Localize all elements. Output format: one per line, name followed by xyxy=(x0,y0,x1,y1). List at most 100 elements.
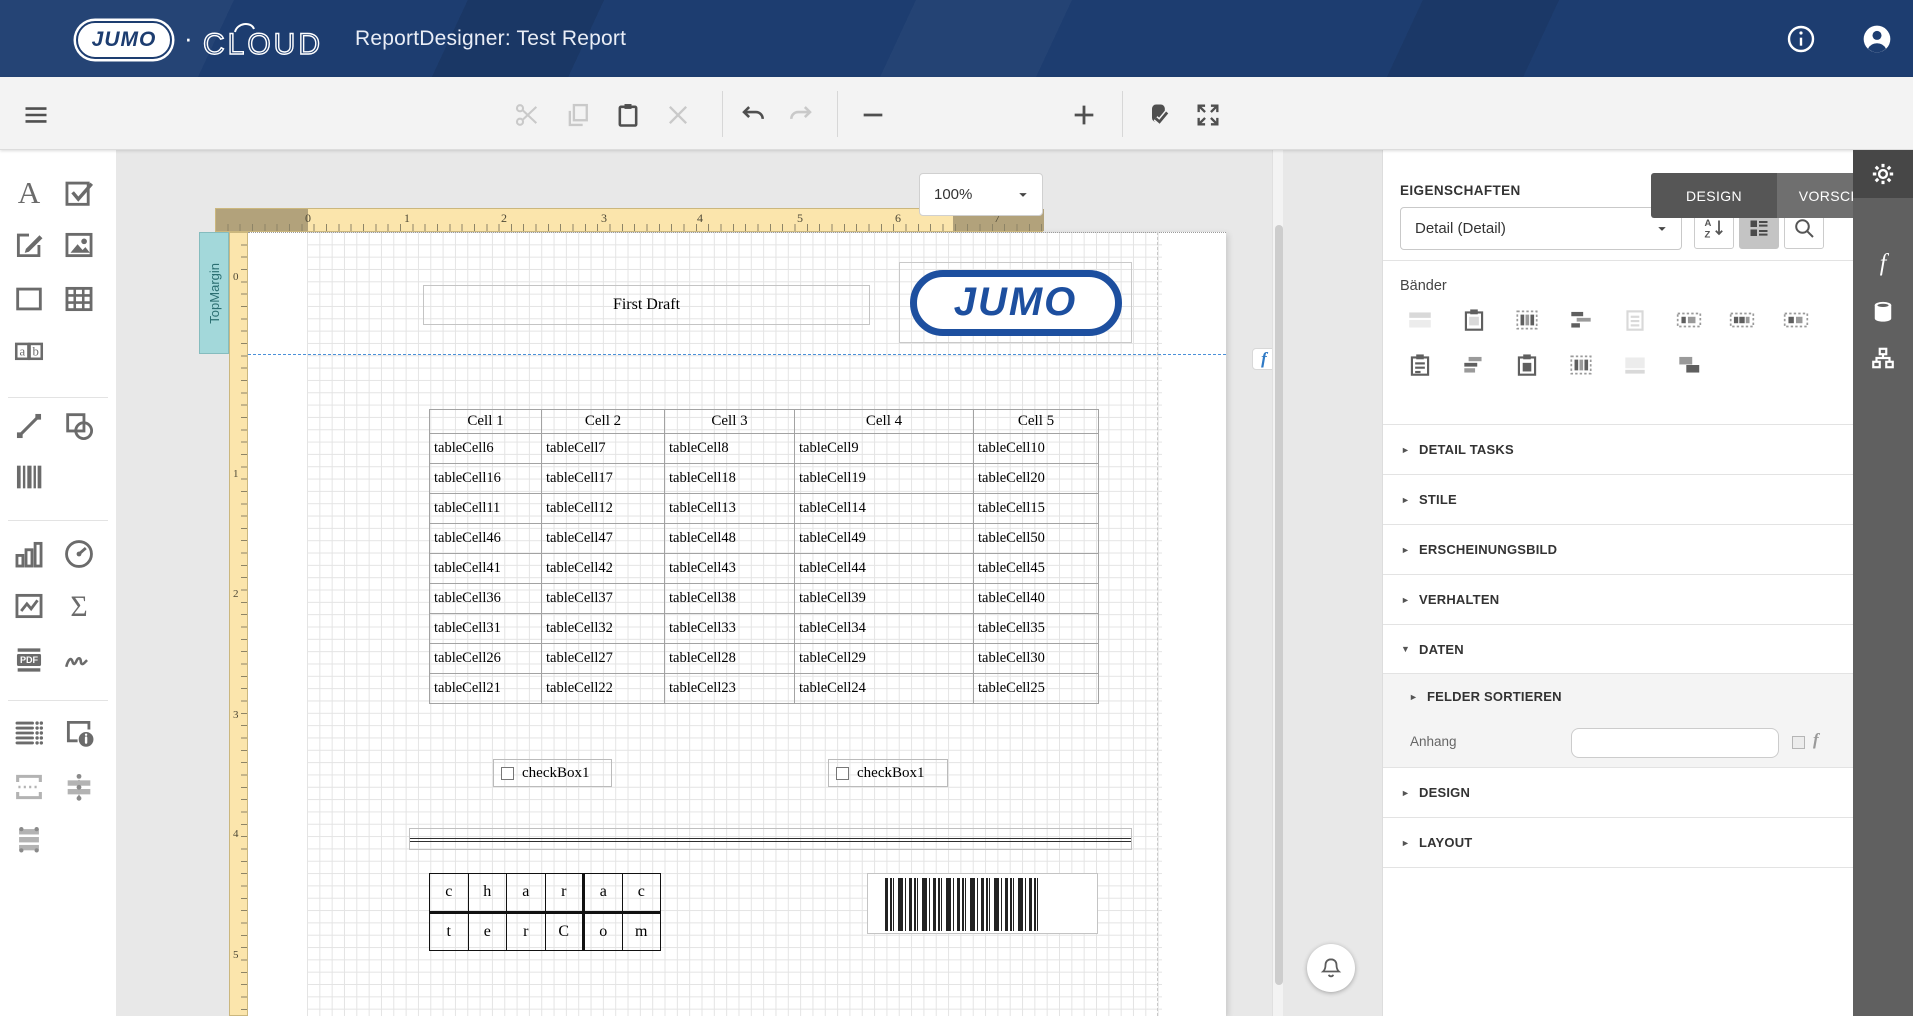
page-info-tool-icon[interactable] xyxy=(62,716,96,750)
table-cell[interactable]: tableCell46 xyxy=(429,523,542,554)
bottom-margin-band-icon[interactable] xyxy=(1621,351,1649,379)
undo-icon[interactable] xyxy=(739,101,767,129)
detail-report-band-alt-icon[interactable] xyxy=(1728,306,1756,334)
rich-text-tool-icon[interactable] xyxy=(12,228,46,262)
menu-icon[interactable] xyxy=(22,101,50,129)
table-cell[interactable]: tableCell8 xyxy=(664,433,795,464)
character-comb-element[interactable]: characterCom xyxy=(429,873,661,951)
table-header-cell[interactable]: Cell 3 xyxy=(664,409,795,434)
section-design[interactable]: ► DESIGN xyxy=(1383,767,1853,817)
table-header-cell[interactable]: Cell 2 xyxy=(541,409,665,434)
section-stile[interactable]: ► STILE xyxy=(1383,474,1853,524)
band-separator-line[interactable] xyxy=(248,354,1226,355)
table-cell[interactable]: tableCell22 xyxy=(541,673,665,704)
section-verhalten[interactable]: ► VERHALTEN xyxy=(1383,574,1853,624)
detail-report-band-icon[interactable] xyxy=(1675,306,1703,334)
signature-tool-icon[interactable] xyxy=(62,643,96,677)
sparkline-tool-icon[interactable] xyxy=(12,589,46,623)
table-cell[interactable]: tableCell47 xyxy=(541,523,665,554)
group-footer-band-icon[interactable] xyxy=(1460,351,1488,379)
section-felder-sortieren[interactable]: ► FELDER SORTIEREN xyxy=(1383,673,1853,719)
shape-tool-icon[interactable] xyxy=(62,409,96,443)
checkbox-element-2[interactable]: checkBox1 xyxy=(828,759,948,787)
checkbox-element-1[interactable]: checkBox1 xyxy=(493,759,612,787)
character-comb-tool-icon[interactable]: ab xyxy=(12,334,46,368)
comb-cell[interactable]: r xyxy=(544,873,584,914)
table-cell[interactable]: tableCell13 xyxy=(664,493,795,524)
table-cell[interactable]: tableCell28 xyxy=(664,643,795,674)
database-icon[interactable] xyxy=(1853,288,1913,336)
table-cell[interactable]: tableCell24 xyxy=(794,673,974,704)
report-title-textbox[interactable]: First Draft xyxy=(423,285,870,325)
zoom-out-icon[interactable] xyxy=(859,101,887,129)
comb-cell[interactable]: r xyxy=(506,911,546,951)
table-cell[interactable]: tableCell27 xyxy=(541,643,665,674)
anhang-formula-icon[interactable]: f xyxy=(1813,730,1819,750)
table-cell[interactable]: tableCell14 xyxy=(794,493,974,524)
logo-image-element[interactable]: JUMO xyxy=(899,262,1132,343)
notifications-button[interactable] xyxy=(1307,944,1355,992)
cut-icon[interactable] xyxy=(513,101,541,129)
table-tool-icon[interactable] xyxy=(62,282,96,316)
table-cell[interactable]: tableCell41 xyxy=(429,553,542,584)
page-margins-tool-icon[interactable] xyxy=(12,770,46,804)
table-cell[interactable]: tableCell9 xyxy=(794,433,974,464)
formula-icon[interactable]: f xyxy=(1853,239,1913,287)
table-cell[interactable]: tableCell11 xyxy=(429,493,542,524)
table-cell[interactable]: tableCell32 xyxy=(541,613,665,644)
table-cell[interactable]: tableCell26 xyxy=(429,643,542,674)
table-cell[interactable]: tableCell38 xyxy=(664,583,795,614)
user-icon[interactable] xyxy=(1861,23,1893,55)
structure-icon[interactable] xyxy=(1853,334,1913,382)
label-tool-icon[interactable]: A xyxy=(12,175,46,210)
page-footer-band-icon[interactable] xyxy=(1513,351,1541,379)
report-footer-band-icon[interactable] xyxy=(1406,351,1434,379)
summary-tool-icon[interactable]: Σ xyxy=(62,589,96,623)
delete-icon[interactable] xyxy=(664,101,692,129)
section-daten[interactable]: ▼ DATEN xyxy=(1383,624,1853,673)
table-cell[interactable]: tableCell20 xyxy=(973,463,1099,494)
scrollbar-thumb[interactable] xyxy=(1274,225,1283,985)
checkbox-box[interactable] xyxy=(836,766,849,780)
table-cell[interactable]: tableCell15 xyxy=(973,493,1099,524)
panel-tool-icon[interactable] xyxy=(12,282,46,316)
comb-cell[interactable]: m xyxy=(621,911,661,951)
table-cell[interactable]: tableCell35 xyxy=(973,613,1099,644)
table-cell[interactable]: tableCell19 xyxy=(794,463,974,494)
zoom-in-icon[interactable] xyxy=(1070,101,1098,129)
table-header-cell[interactable]: Cell 1 xyxy=(429,409,542,434)
redo-icon[interactable] xyxy=(787,101,815,129)
report-header-band-icon[interactable] xyxy=(1460,306,1488,334)
detail-report-band-alt2-icon[interactable] xyxy=(1782,306,1810,334)
table-cell[interactable]: tableCell40 xyxy=(973,583,1099,614)
table-cell[interactable]: tableCell23 xyxy=(664,673,795,704)
table-cell[interactable]: tableCell17 xyxy=(541,463,665,494)
table-cell[interactable]: tableCell49 xyxy=(794,523,974,554)
column-footer-band-icon[interactable] xyxy=(1567,351,1595,379)
table-cell[interactable]: tableCell39 xyxy=(794,583,974,614)
table-cell[interactable]: tableCell29 xyxy=(794,643,974,674)
comb-cell[interactable]: c xyxy=(429,873,469,914)
line-tool-icon[interactable] xyxy=(12,409,46,443)
section-detail-tasks[interactable]: ► DETAIL TASKS xyxy=(1383,424,1853,474)
barcode-element[interactable] xyxy=(867,873,1098,934)
detail-band-icon[interactable] xyxy=(1621,306,1649,334)
table-header-cell[interactable]: Cell 5 xyxy=(973,409,1099,434)
column-header-band-icon[interactable] xyxy=(1513,306,1541,334)
section-layout[interactable]: ► LAYOUT xyxy=(1383,817,1853,867)
table-cell[interactable]: tableCell44 xyxy=(794,553,974,584)
copy-icon[interactable] xyxy=(564,101,592,129)
table-header-cell[interactable]: Cell 4 xyxy=(794,409,974,434)
comb-cell[interactable]: C xyxy=(544,911,584,951)
anhang-input[interactable] xyxy=(1571,728,1779,758)
table-cell[interactable]: tableCell16 xyxy=(429,463,542,494)
table-cell[interactable]: tableCell10 xyxy=(973,433,1099,464)
table-cell[interactable]: tableCell50 xyxy=(973,523,1099,554)
item-spacing-tool-icon[interactable] xyxy=(62,770,96,804)
barcode-tool-icon[interactable] xyxy=(12,460,46,494)
table-cell[interactable]: tableCell48 xyxy=(664,523,795,554)
element-select-dropdown[interactable]: Detail (Detail) xyxy=(1400,207,1682,250)
comb-cell[interactable]: c xyxy=(621,873,661,914)
line-element[interactable] xyxy=(409,828,1132,850)
paste-icon[interactable] xyxy=(614,101,642,129)
